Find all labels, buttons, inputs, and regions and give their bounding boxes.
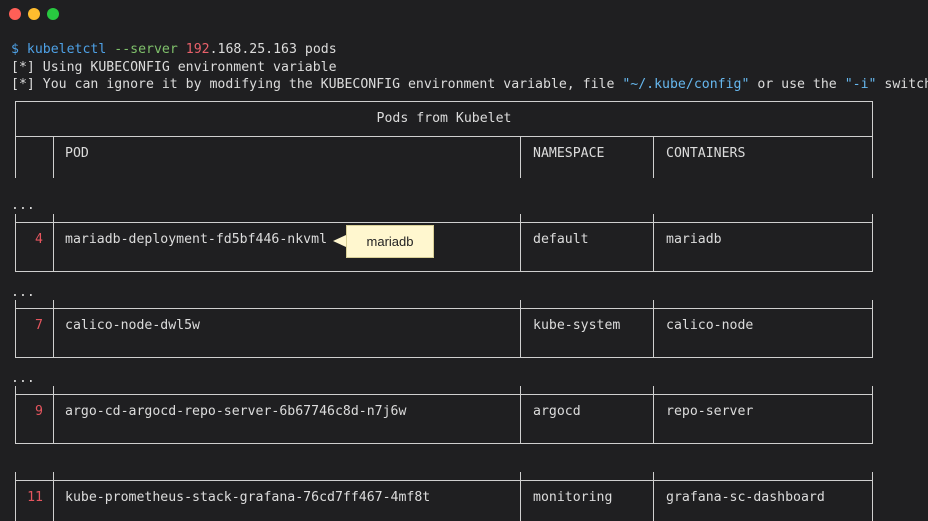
table-row-pod[interactable]: calico-node-dwl5w — [65, 317, 200, 334]
table-row-index: 4 — [35, 232, 43, 247]
table-row-containers: calico-node — [666, 318, 754, 333]
row-bottom-border — [15, 357, 873, 358]
command-ip-head: 192 — [185, 42, 210, 57]
header-containers: CONTAINERS — [666, 146, 746, 161]
table-row-namespace: argocd — [533, 404, 581, 419]
table-row-pod[interactable]: argo-cd-argocd-repo-server-6b67746c8d-n7… — [65, 403, 406, 420]
row-border-col3 — [653, 214, 654, 272]
header-border-col1 — [53, 136, 54, 178]
prompt-symbol: $ — [11, 42, 19, 57]
header-border-col2 — [520, 136, 521, 178]
ellipsis: ... — [11, 198, 35, 213]
row-bottom-border — [15, 443, 873, 444]
table-row-containers: repo-server — [666, 404, 754, 419]
table-row-index: 7 — [35, 318, 43, 333]
row-border-col2 — [520, 214, 521, 272]
info-message-2-part-b: or use the — [749, 77, 845, 92]
row-border-col3 — [653, 472, 654, 521]
annotation-callout: mariadb — [346, 225, 434, 258]
command-flag: --server — [114, 42, 178, 57]
table-row-containers: grafana-sc-dashboard — [666, 490, 825, 505]
table-title-divider — [15, 136, 873, 137]
row-border-right — [872, 386, 873, 444]
info-message-2-part-c: switch — [876, 77, 928, 92]
header-border-col3 — [653, 136, 654, 178]
annotation-callout-tail — [333, 235, 346, 247]
row-border-col1 — [53, 300, 54, 358]
table-row-pod[interactable]: mariadb-deployment-fd5bf446-nkvml — [65, 231, 327, 248]
kubeconfig-path: "~/.kube/config" — [622, 77, 750, 92]
row-top-border — [15, 394, 873, 395]
table-title: Pods from Kubelet — [376, 111, 512, 126]
command-line: $ kubeletctl --server 192.168.25.163 pod… — [11, 41, 337, 58]
row-border-col2 — [520, 300, 521, 358]
table-top-border — [15, 101, 873, 102]
info-message-2-part-a: [*] You can ignore it by modifying the K… — [11, 77, 623, 92]
row-border-col3 — [653, 300, 654, 358]
header-namespace: NAMESPACE — [533, 146, 605, 161]
row-border-col2 — [520, 472, 521, 521]
table-row-index: 9 — [35, 404, 43, 419]
row-border-col1 — [53, 472, 54, 521]
command-binary: kubeletctl — [26, 42, 107, 57]
table-row-namespace: default — [533, 232, 589, 247]
row-border-right — [872, 300, 873, 358]
row-bottom-border — [15, 271, 873, 272]
row-top-border — [15, 480, 873, 481]
close-window-button[interactable] — [9, 8, 21, 20]
header-border-left — [15, 136, 16, 178]
info-message-2: [*] You can ignore it by modifying the K… — [11, 76, 928, 93]
table-row-index: 11 — [27, 490, 43, 505]
row-border-col3 — [653, 386, 654, 444]
row-border-col1 — [53, 386, 54, 444]
row-border-col2 — [520, 386, 521, 444]
minimize-window-button[interactable] — [28, 8, 40, 20]
header-border-right — [872, 136, 873, 178]
zoom-window-button[interactable] — [47, 8, 59, 20]
command-ip-tail: .168.25.163 — [209, 42, 297, 57]
row-border-right — [872, 472, 873, 521]
row-top-border — [15, 308, 873, 309]
header-pod: POD — [65, 146, 89, 161]
table-row-namespace: monitoring — [533, 490, 613, 505]
switch-flag: "-i" — [844, 77, 877, 92]
table-row-pod[interactable]: kube-prometheus-stack-grafana-76cd7ff467… — [65, 489, 430, 506]
command-subcommand: pods — [304, 42, 337, 57]
ellipsis: ... — [11, 285, 35, 300]
row-top-border — [15, 222, 873, 223]
ellipsis: ... — [11, 371, 35, 386]
table-row-namespace: kube-system — [533, 318, 621, 333]
table-row-containers: mariadb — [666, 232, 722, 247]
row-border-right — [872, 214, 873, 272]
row-border-col1 — [53, 214, 54, 272]
info-message-1: [*] Using KUBECONFIG environment variabl… — [11, 60, 337, 75]
window-controls — [9, 8, 59, 20]
